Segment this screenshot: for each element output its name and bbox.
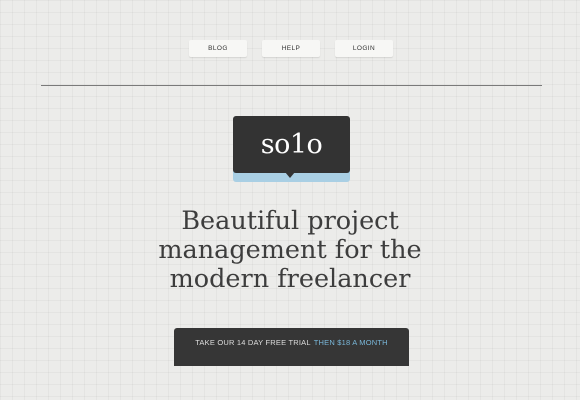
headline-line-1: Beautiful project bbox=[181, 206, 399, 236]
headline-line-3: modern freelancer bbox=[169, 264, 411, 294]
nav-blog-button[interactable]: BLOG bbox=[189, 40, 247, 57]
hero-headline: Beautiful project management for the mod… bbox=[60, 207, 520, 294]
cta-price-text: THEN $18 A MONTH bbox=[313, 338, 388, 347]
header-divider bbox=[41, 85, 542, 86]
logo-pointer-icon bbox=[285, 172, 295, 178]
top-nav: BLOG HELP LOGIN bbox=[0, 40, 580, 57]
logo-text: so1o bbox=[260, 129, 323, 160]
free-trial-button[interactable]: TAKE OUR 14 DAY FREE TRIAL THEN $18 A MO… bbox=[174, 328, 409, 366]
headline-line-2: management for the bbox=[158, 235, 422, 265]
cta-text: TAKE OUR 14 DAY FREE TRIAL bbox=[195, 338, 311, 347]
nav-login-button[interactable]: LOGIN bbox=[335, 40, 393, 57]
nav-help-button[interactable]: HELP bbox=[262, 40, 320, 57]
logo-box: so1o bbox=[233, 116, 350, 173]
